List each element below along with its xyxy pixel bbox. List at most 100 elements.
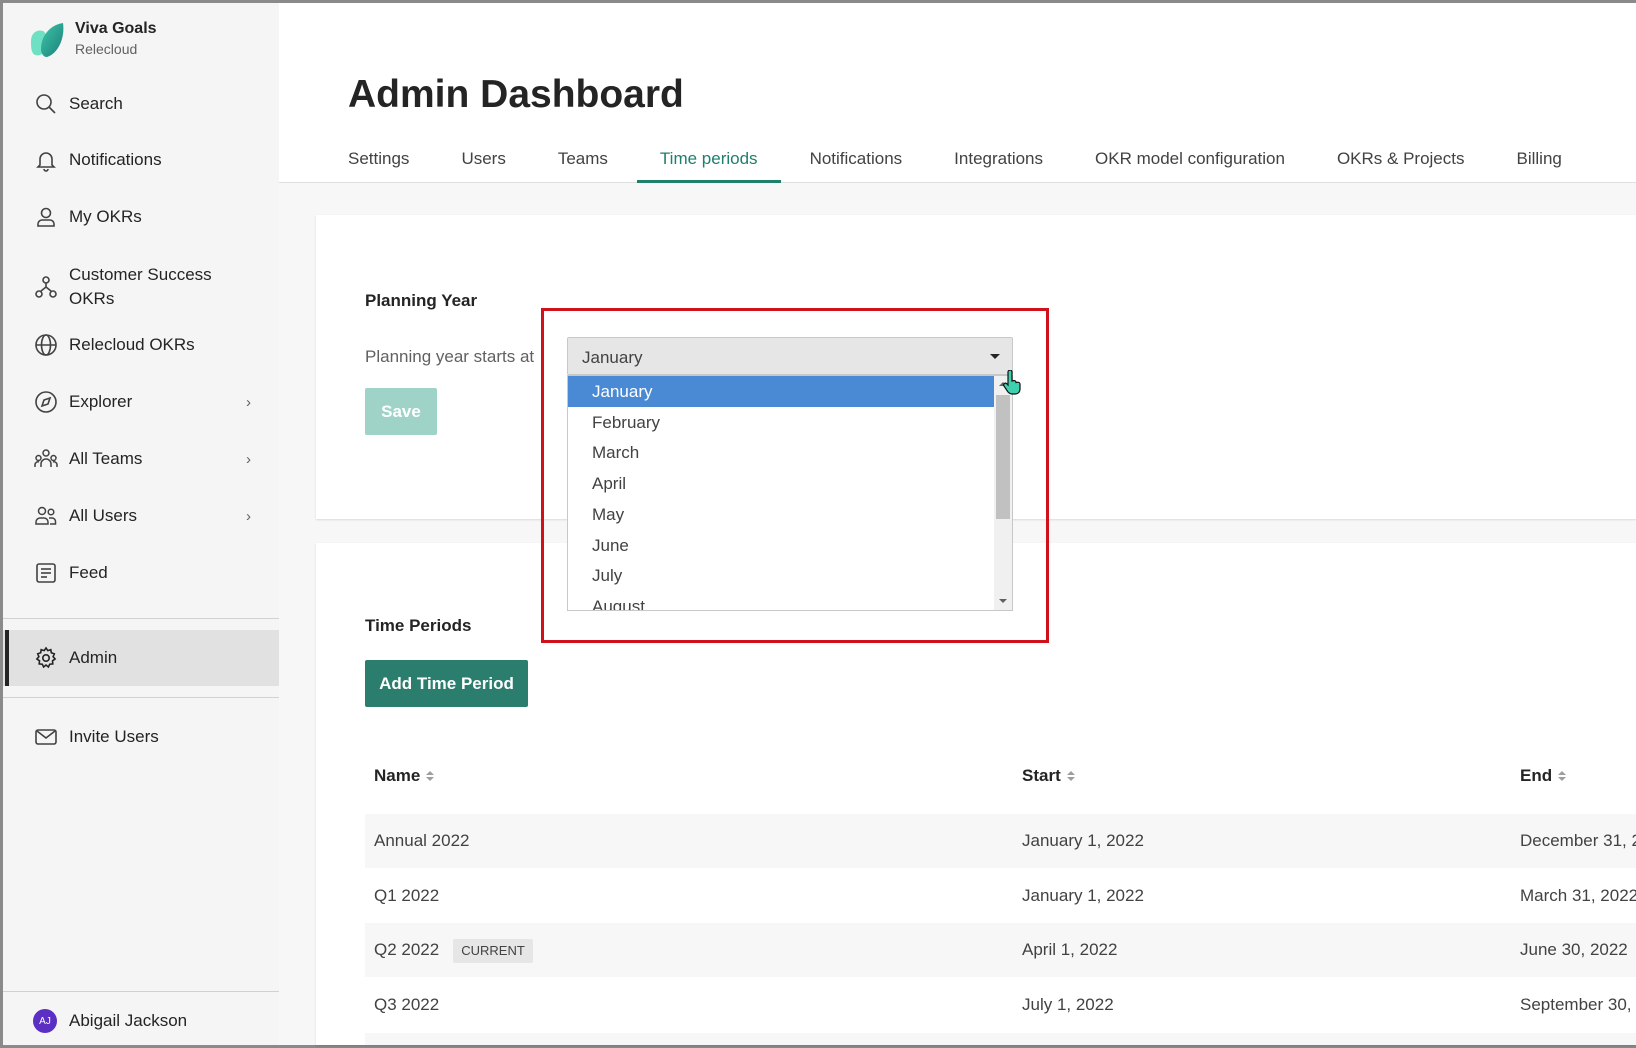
- cell-start: January 1, 2022: [1022, 886, 1144, 905]
- cell-end: December 31, 2: [1520, 831, 1636, 850]
- avatar: AJ: [33, 1009, 57, 1033]
- table-row[interactable]: Q3 2022 July 1, 2022 September 30, 2: [365, 978, 1636, 1032]
- sidebar-item-my-okrs[interactable]: My OKRs: [3, 190, 279, 244]
- feed-icon: [33, 560, 59, 586]
- column-header-name[interactable]: Name: [374, 766, 435, 786]
- app-name: Viva Goals: [75, 20, 157, 37]
- column-header-start[interactable]: Start: [1022, 766, 1075, 786]
- tab-notifications[interactable]: Notifications: [810, 149, 903, 183]
- dropdown-option[interactable]: July: [568, 560, 994, 591]
- tab-users[interactable]: Users: [461, 149, 505, 183]
- planning-year-label: Planning year starts at: [365, 347, 535, 366]
- cell-end: June 30, 2022: [1520, 940, 1628, 959]
- cell-name-text: Q2 2022: [374, 940, 440, 959]
- tab-okr-model-configuration[interactable]: OKR model configuration: [1095, 149, 1285, 183]
- current-badge: CURRENT: [453, 938, 533, 963]
- sidebar-item-label: Explorer: [69, 392, 133, 411]
- org-chart-icon: [33, 274, 59, 300]
- nav-divider: [3, 991, 279, 992]
- nav-divider: [3, 697, 279, 698]
- dropdown-option[interactable]: February: [568, 407, 994, 438]
- dropdown-scrollbar[interactable]: [994, 376, 1012, 610]
- column-header-label: Name: [374, 766, 421, 785]
- sidebar-item-all-users[interactable]: All Users ›: [3, 489, 279, 543]
- dropdown-option[interactable]: January: [568, 376, 994, 407]
- scroll-thumb[interactable]: [996, 395, 1010, 519]
- column-header-label: End: [1520, 766, 1553, 785]
- sort-icon: [1558, 771, 1567, 781]
- sidebar-item-label: My OKRs: [69, 207, 142, 226]
- cell-name: Q2 2022 CURRENT: [374, 923, 533, 977]
- dropdown-option[interactable]: August: [568, 591, 994, 610]
- gear-icon: [33, 645, 59, 671]
- table-row[interactable]: Q2 2022 CURRENT April 1, 2022 June 30, 20…: [365, 923, 1636, 977]
- column-header-label: Start: [1022, 766, 1061, 785]
- dropdown-option[interactable]: May: [568, 499, 994, 530]
- sort-icon: [1066, 771, 1075, 781]
- add-time-period-button[interactable]: Add Time Period: [365, 660, 528, 707]
- sidebar-item-label: Invite Users: [69, 727, 159, 746]
- save-button[interactable]: Save: [365, 388, 437, 435]
- tab-time-periods[interactable]: Time periods: [637, 149, 781, 183]
- mail-icon: [33, 724, 59, 750]
- tab-okrs-projects[interactable]: OKRs & Projects: [1337, 149, 1465, 183]
- sidebar-item-label: All Users: [69, 506, 138, 525]
- page-header: Admin Dashboard Settings Users Teams Tim…: [279, 3, 1636, 183]
- sidebar-item-search[interactable]: Search: [3, 77, 279, 131]
- dropdown-option[interactable]: March: [568, 437, 994, 468]
- dropdown-option[interactable]: June: [568, 530, 994, 561]
- column-header-end[interactable]: End: [1520, 766, 1567, 786]
- bell-icon: [33, 147, 59, 173]
- planning-year-select[interactable]: January: [567, 337, 1013, 375]
- tab-settings[interactable]: Settings: [348, 149, 409, 183]
- person-icon: [33, 204, 59, 230]
- globe-icon: [33, 332, 59, 358]
- sidebar-item-invite-users[interactable]: Invite Users: [3, 710, 279, 764]
- sidebar-item-admin[interactable]: Admin: [3, 630, 279, 686]
- select-value: January: [582, 348, 643, 367]
- tab-integrations[interactable]: Integrations: [954, 149, 1043, 183]
- current-user[interactable]: AJ Abigail Jackson: [33, 1009, 187, 1033]
- hand-cursor-icon: [1003, 370, 1021, 395]
- time-periods-title: Time Periods: [365, 616, 472, 635]
- teams-icon: [33, 446, 59, 472]
- sort-icon: [426, 771, 435, 781]
- sidebar-item-customer-success-okrs[interactable]: Customer Success OKRs: [3, 257, 279, 317]
- sidebar-item-relecloud-okrs[interactable]: Relecloud OKRs: [3, 318, 279, 372]
- nav-divider: [3, 618, 279, 619]
- cell-start: January 1, 2022: [1022, 831, 1144, 850]
- cell-start: July 1, 2022: [1022, 995, 1114, 1014]
- cell-end: March 31, 2022: [1520, 886, 1636, 905]
- user-name: Abigail Jackson: [69, 1011, 188, 1030]
- sidebar-item-label: All Teams: [69, 449, 143, 468]
- tab-billing[interactable]: Billing: [1517, 149, 1562, 183]
- sidebar-item-all-teams[interactable]: All Teams ›: [3, 432, 279, 486]
- sidebar: Viva Goals Relecloud Search Notification…: [3, 3, 279, 1045]
- org-name: Relecloud: [75, 41, 138, 57]
- sidebar-item-label: Relecloud OKRs: [69, 335, 195, 354]
- dropdown-option[interactable]: April: [568, 468, 994, 499]
- sidebar-item-label: Feed: [69, 563, 108, 582]
- search-icon: [33, 91, 59, 117]
- sidebar-item-feed[interactable]: Feed: [3, 546, 279, 600]
- cell-end: September 30, 2: [1520, 995, 1636, 1014]
- sidebar-item-label: Search: [69, 94, 123, 113]
- users-icon: [33, 503, 59, 529]
- sidebar-item-notifications[interactable]: Notifications: [3, 133, 279, 187]
- sidebar-item-label: Notifications: [69, 150, 162, 169]
- table-row[interactable]: Annual 2022 January 1, 2022 December 31,…: [365, 814, 1636, 868]
- brand[interactable]: Viva Goals Relecloud: [27, 19, 157, 59]
- sidebar-item-explorer[interactable]: Explorer ›: [3, 375, 279, 429]
- cell-name: Annual 2022: [374, 831, 470, 850]
- tab-bar: Settings Users Teams Time periods Notifi…: [348, 149, 1614, 183]
- table-row[interactable]: Q1 2022 January 1, 2022 March 31, 2022: [365, 869, 1636, 923]
- scroll-down-icon[interactable]: [999, 599, 1007, 603]
- month-dropdown-list[interactable]: January February March April May June Ju…: [567, 375, 1013, 611]
- caret-down-icon: [990, 354, 1000, 359]
- planning-year-title: Planning Year: [365, 291, 478, 310]
- chevron-right-icon: ›: [246, 450, 251, 468]
- tab-teams[interactable]: Teams: [558, 149, 608, 183]
- table-row: [365, 1033, 1636, 1045]
- cell-name: Q3 2022: [374, 995, 440, 1014]
- cell-start: April 1, 2022: [1022, 940, 1118, 959]
